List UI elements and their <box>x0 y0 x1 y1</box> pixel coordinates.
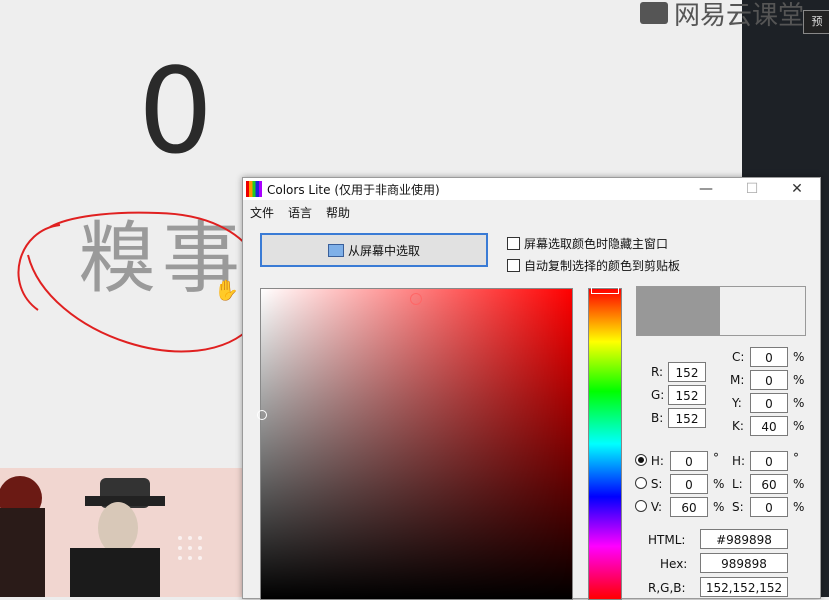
pick-from-screen-label: 从屏幕中选取 <box>347 243 420 258</box>
hsv-v-option[interactable]: V: <box>635 500 662 514</box>
menu-language[interactable]: 语言 <box>288 204 312 221</box>
monitor-icon <box>327 243 344 257</box>
watermark-logo-icon <box>640 2 668 24</box>
menu-file[interactable]: 文件 <box>250 204 274 221</box>
html-field[interactable]: #989898 <box>700 529 788 549</box>
pick-from-screen-button[interactable]: 从屏幕中选取 <box>260 233 488 267</box>
k-percent: % <box>793 419 805 433</box>
m-percent: % <box>793 373 805 387</box>
colors-lite-window: Colors Lite (仅用于非商业使用) — ☐ ✕ 文件 语言 帮助 从屏… <box>242 177 821 600</box>
rgb-code-label: R,G,B: <box>648 581 686 595</box>
m-label: M: <box>730 373 745 387</box>
hand-cursor-icon: ✋ <box>214 278 239 302</box>
hsl-l-label: L: <box>732 477 743 491</box>
hex-label: Hex: <box>660 557 688 571</box>
m-field[interactable]: 0 <box>750 370 788 390</box>
y-field[interactable]: 0 <box>750 393 788 413</box>
hsl-l-field[interactable]: 60 <box>750 474 788 494</box>
hue-slider-thumb[interactable] <box>591 287 619 294</box>
menu-help[interactable]: 帮助 <box>326 204 350 221</box>
c-field[interactable]: 0 <box>750 347 788 367</box>
app-icon <box>246 181 262 197</box>
hsv-v-field[interactable]: 60 <box>670 497 708 517</box>
window-title: Colors Lite (仅用于非商业使用) <box>267 183 440 197</box>
hsv-h-degree: ° <box>713 451 719 465</box>
big-number: 0 <box>138 42 214 180</box>
checkbox-box[interactable] <box>507 237 520 250</box>
hsl-s-label: S: <box>732 500 744 514</box>
auto-copy-checkbox[interactable]: 自动复制选择的颜色到剪贴板 <box>507 257 680 274</box>
hsv-s-percent: % <box>713 477 725 491</box>
hsv-h-option[interactable]: H: <box>635 454 664 468</box>
menu-bar: 文件 语言 帮助 <box>243 201 820 221</box>
k-label: K: <box>732 419 744 433</box>
hsl-h-degree: ° <box>793 451 799 465</box>
r-field[interactable]: 152 <box>668 362 706 382</box>
sv-cursor[interactable] <box>257 410 267 420</box>
current-color-swatch <box>637 287 720 335</box>
title-bar[interactable]: Colors Lite (仅用于非商业使用) — ☐ ✕ <box>243 178 820 200</box>
y-percent: % <box>793 396 805 410</box>
hsl-h-label: H: <box>732 454 746 468</box>
b-label: B: <box>651 411 664 425</box>
anime-image <box>0 468 242 597</box>
hide-window-label: 屏幕选取颜色时隐藏主窗口 <box>524 237 669 251</box>
minimize-button[interactable]: — <box>683 178 729 200</box>
radio-s[interactable] <box>635 477 647 489</box>
hsl-s-percent: % <box>793 500 805 514</box>
color-preview <box>636 286 806 336</box>
rgb-code-field[interactable]: 152,152,152 <box>700 577 788 597</box>
hex-field[interactable]: 989898 <box>700 553 788 573</box>
checkbox-box[interactable] <box>507 259 520 272</box>
g-label: G: <box>651 388 665 402</box>
saturation-value-picker[interactable] <box>257 288 573 600</box>
watermark: 网易云课堂 <box>640 0 804 31</box>
y-label: Y: <box>732 396 742 410</box>
radio-v[interactable] <box>635 500 647 512</box>
hide-window-checkbox[interactable]: 屏幕选取颜色时隐藏主窗口 <box>507 235 668 252</box>
radio-h[interactable] <box>635 454 647 466</box>
r-label: R: <box>651 365 664 379</box>
hsl-s-field[interactable]: 0 <box>750 497 788 517</box>
hsl-h-field[interactable]: 0 <box>750 451 788 471</box>
close-button[interactable]: ✕ <box>774 178 820 200</box>
c-percent: % <box>793 350 805 364</box>
html-label: HTML: <box>648 533 686 547</box>
hue-slider[interactable] <box>588 287 622 600</box>
b-field[interactable]: 152 <box>668 408 706 428</box>
watermark-text: 网易云课堂 <box>674 0 805 31</box>
hsv-h-field[interactable]: 0 <box>670 451 708 471</box>
k-field[interactable]: 40 <box>750 416 788 436</box>
auto-copy-label: 自动复制选择的颜色到剪贴板 <box>524 259 681 273</box>
hover-marker <box>410 293 422 305</box>
hsv-v-percent: % <box>713 500 725 514</box>
g-field[interactable]: 152 <box>668 385 706 405</box>
hsv-s-field[interactable]: 0 <box>670 474 708 494</box>
corner-button[interactable]: 预 <box>803 10 829 34</box>
c-label: C: <box>732 350 745 364</box>
maximize-button[interactable]: ☐ <box>729 178 775 200</box>
hsl-l-percent: % <box>793 477 805 491</box>
hsv-s-option[interactable]: S: <box>635 477 662 491</box>
